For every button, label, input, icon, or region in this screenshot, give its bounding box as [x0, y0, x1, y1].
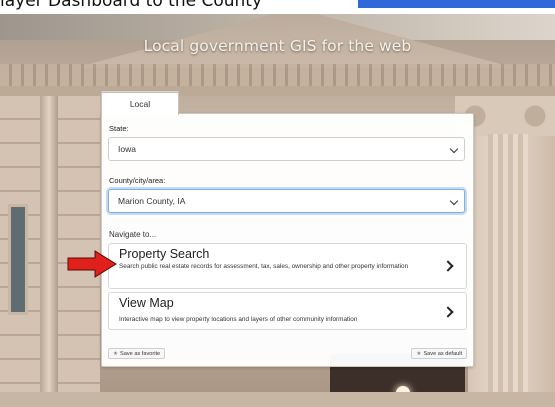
cornice — [0, 64, 555, 86]
red-arrow-annotation — [67, 250, 117, 278]
county-label: County/city/area: — [109, 176, 166, 185]
card-description: Interactive map to view property locatio… — [119, 316, 358, 323]
right-column — [488, 134, 528, 407]
steps — [0, 392, 555, 407]
chevron-right-icon — [442, 260, 454, 272]
chevron-down-icon — [449, 144, 459, 154]
save-favorite-label: Save as favorite — [120, 351, 161, 357]
star-icon: ★ — [113, 351, 119, 357]
view-map-card[interactable]: View Map Interactive map to view propert… — [108, 292, 467, 330]
tab-local[interactable]: Local — [101, 92, 179, 115]
left-pillar — [40, 96, 58, 407]
property-search-card[interactable]: Property Search Search public real estat… — [108, 243, 467, 289]
chevron-right-icon — [442, 306, 454, 318]
county-value: Marion County, IA — [118, 196, 186, 206]
cornice-band — [0, 86, 555, 96]
state-select[interactable]: Iowa — [108, 137, 465, 161]
navigate-label: Navigate to... — [109, 230, 157, 239]
state-label: State: — [109, 124, 129, 133]
star-icon: ★ — [416, 351, 422, 357]
save-favorite-button[interactable]: ★ Save as favorite — [108, 348, 166, 359]
top-caption: layer Dashboard to the County — [0, 0, 263, 11]
card-title: View Map — [119, 296, 174, 310]
top-strip: layer Dashboard to the County — [0, 0, 555, 14]
save-default-label: Save as default — [423, 351, 462, 357]
hero-title: Local government GIS for the web — [143, 37, 412, 55]
county-select[interactable]: Marion County, IA — [108, 189, 465, 213]
save-default-button[interactable]: ★ Save as default — [411, 348, 467, 359]
card-title: Property Search — [119, 247, 210, 261]
location-panel: State: Iowa County/city/area: Marion Cou… — [101, 113, 474, 367]
card-description: Search public real estate records for as… — [119, 263, 409, 270]
state-value: Iowa — [118, 144, 136, 154]
left-window — [8, 204, 28, 315]
chevron-down-icon — [449, 196, 459, 206]
text-highlight — [358, 0, 555, 8]
